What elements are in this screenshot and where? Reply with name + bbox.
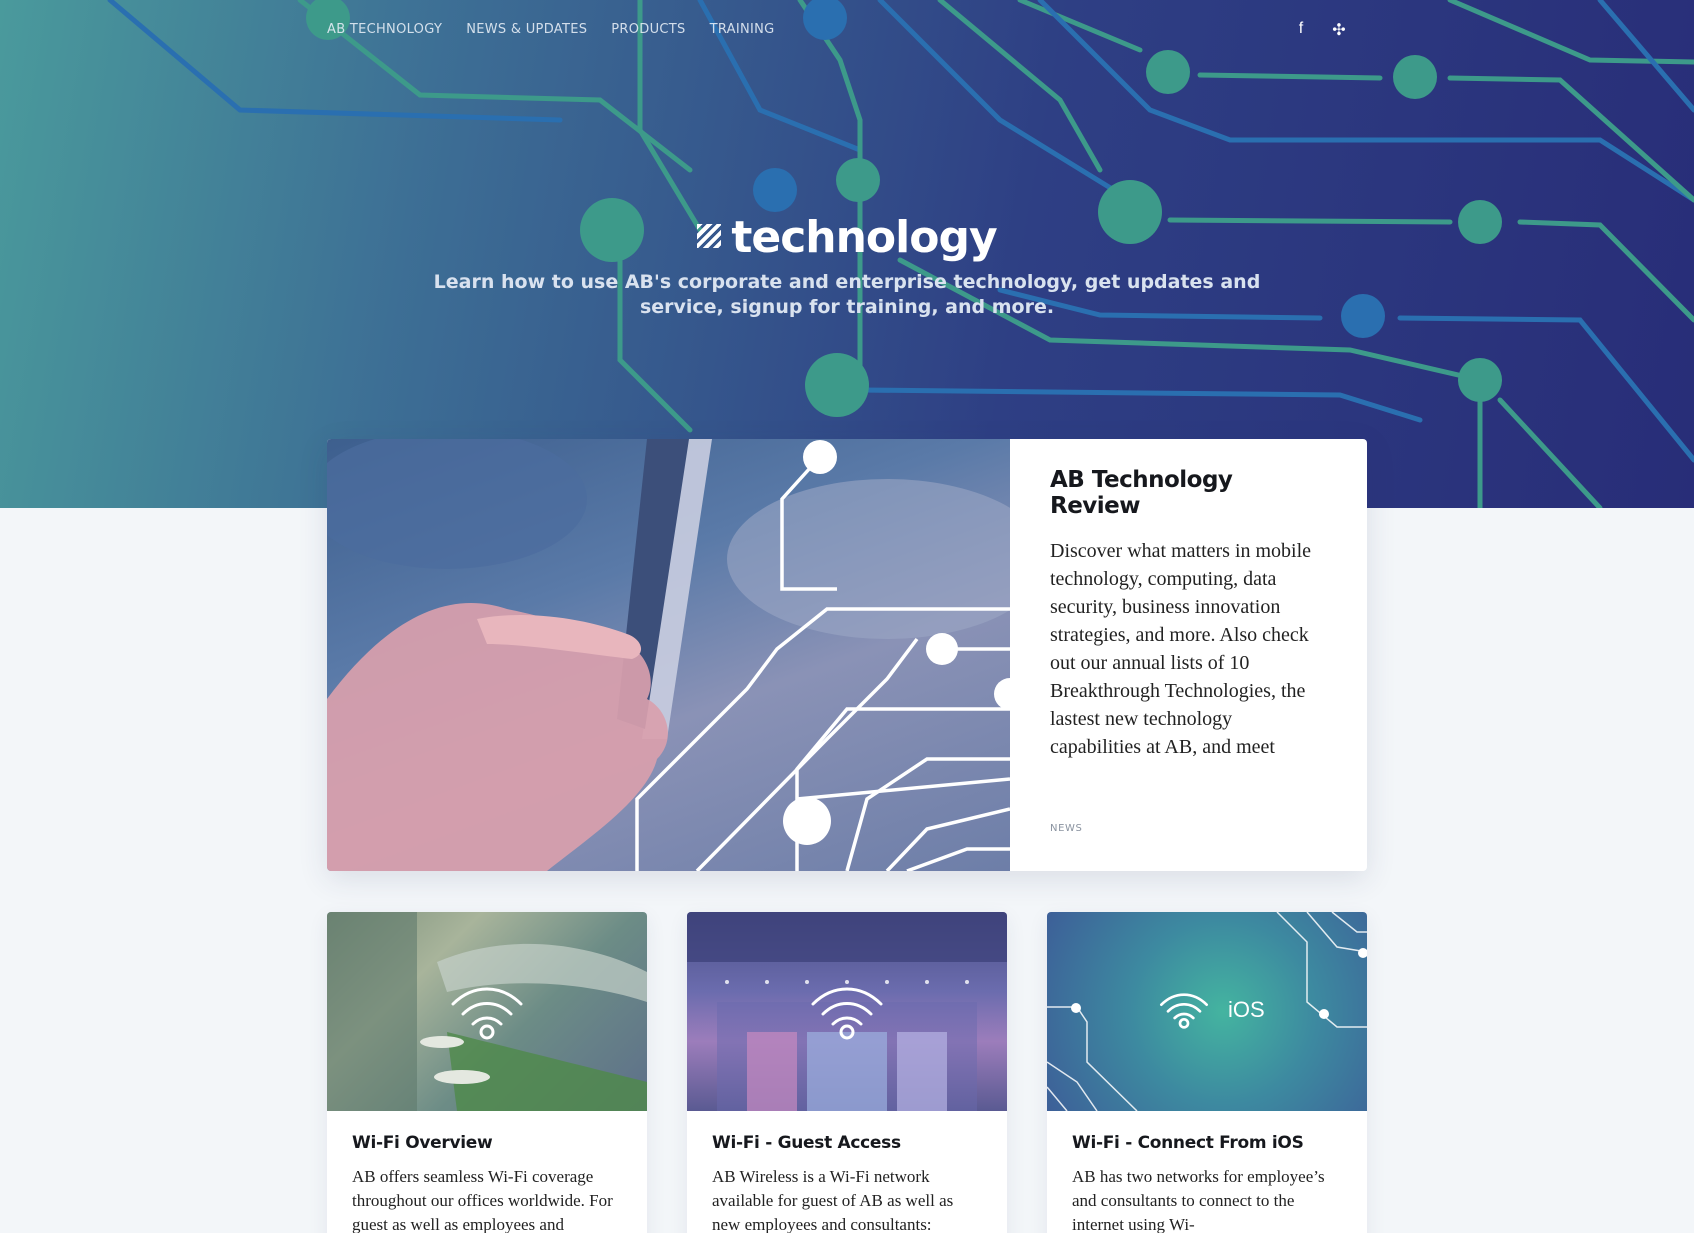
article-card-title[interactable]: Wi-Fi - Connect From iOS xyxy=(1072,1133,1342,1153)
nav-products[interactable]: PRODUCTS xyxy=(611,22,685,37)
article-card-body: Wi-Fi - Guest Access AB Wireless is a Wi… xyxy=(687,1111,1007,1233)
nav-ab-technology[interactable]: AB TECHNOLOGY xyxy=(327,22,442,37)
ios-label: iOS xyxy=(1228,997,1265,1022)
top-navigation: AB TECHNOLOGY NEWS & UPDATES PRODUCTS TR… xyxy=(327,22,775,37)
page-title: technology xyxy=(0,212,1694,263)
nav-news-updates[interactable]: NEWS & UPDATES xyxy=(466,22,587,37)
article-card-image xyxy=(687,912,1007,1111)
article-card-body: Wi-Fi Overview AB offers seamless Wi-Fi … xyxy=(327,1111,647,1233)
page-subtitle: Learn how to use AB's corporate and ente… xyxy=(433,271,1261,318)
article-card-title[interactable]: Wi-Fi Overview xyxy=(352,1133,622,1153)
article-card-excerpt: AB offers seamless Wi-Fi coverage throug… xyxy=(352,1167,613,1233)
article-card-title[interactable]: Wi-Fi - Guest Access xyxy=(712,1133,982,1153)
yammer-icon[interactable]: ✣ xyxy=(1328,20,1350,40)
article-card-excerpt: AB has two networks for employee’s and c… xyxy=(1072,1167,1325,1233)
wifi-icon xyxy=(451,987,523,1039)
article-card-grid: Wi-Fi Overview AB offers seamless Wi-Fi … xyxy=(327,912,1367,1233)
social-links: f ✣ xyxy=(1290,20,1350,40)
article-card[interactable]: Wi-Fi - Guest Access AB Wireless is a Wi… xyxy=(687,912,1007,1233)
facebook-icon[interactable]: f xyxy=(1290,20,1312,40)
featured-article-body: AB Technology Review Discover what matte… xyxy=(1010,439,1367,871)
hero-banner: AB TECHNOLOGY NEWS & UPDATES PRODUCTS TR… xyxy=(0,0,1694,508)
article-card-image xyxy=(327,912,647,1111)
wifi-icon xyxy=(811,987,883,1039)
logo-icon xyxy=(697,224,722,248)
featured-article-title[interactable]: AB Technology Review xyxy=(1050,467,1327,519)
article-card-body: Wi-Fi - Connect From iOS AB has two netw… xyxy=(1047,1111,1367,1233)
wifi-icon xyxy=(1160,993,1208,1029)
featured-article-card[interactable]: AB Technology Review Discover what matte… xyxy=(327,439,1367,871)
nav-training[interactable]: TRAINING xyxy=(710,22,775,37)
phone-hand-illustration xyxy=(327,439,1010,871)
featured-article-tag[interactable]: NEWS xyxy=(1050,823,1082,834)
article-card[interactable]: iOS Wi-Fi - Connect From iOS AB has two … xyxy=(1047,912,1367,1233)
article-card-excerpt: AB Wireless is a Wi-Fi network available… xyxy=(712,1167,954,1233)
page-title-text: technology xyxy=(731,212,997,263)
featured-article-image xyxy=(327,439,1010,871)
featured-article-excerpt: Discover what matters in mobile technolo… xyxy=(1050,540,1312,758)
article-card-image: iOS xyxy=(1047,912,1367,1111)
article-card[interactable]: Wi-Fi Overview AB offers seamless Wi-Fi … xyxy=(327,912,647,1233)
